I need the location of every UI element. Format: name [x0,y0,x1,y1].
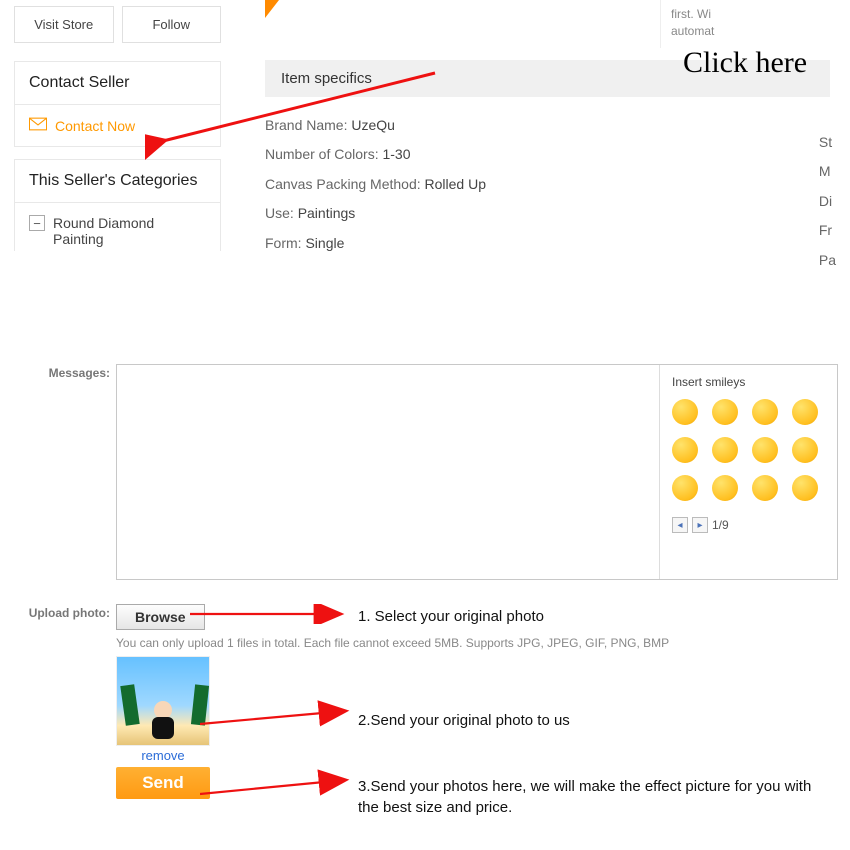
follow-button[interactable]: Follow [122,6,222,43]
category-label: Round Diamond Painting [53,215,206,247]
messages-label: Messages: [24,364,110,580]
instruction-step-2: 2.Send your original photo to us [358,712,570,729]
instruction-step-1: 1. Select your original photo [358,608,544,625]
upload-photo-label: Upload photo: [24,604,110,799]
upload-hint: You can only upload 1 files in total. Ea… [116,636,669,650]
info-snippet: first. Wi automat [660,0,745,48]
pager-prev-button[interactable]: ◂ [672,517,688,533]
smiley-icon[interactable] [792,475,818,501]
category-item-round-diamond[interactable]: − Round Diamond Painting [15,203,220,251]
message-textarea[interactable] [117,365,659,579]
pager-next-button[interactable]: ▸ [692,517,708,533]
smiley-icon[interactable] [712,475,738,501]
send-button[interactable]: Send [116,767,210,799]
contact-now-link[interactable]: Contact Now [15,105,220,146]
smiley-icon[interactable] [792,399,818,425]
smiley-icon[interactable] [672,437,698,463]
sellers-categories-header: This Seller's Categories [15,160,220,203]
collapse-icon[interactable]: − [29,215,45,231]
smiley-icon[interactable] [752,475,778,501]
insert-smileys-label: Insert smileys [672,375,825,389]
browse-button[interactable]: Browse [116,604,205,630]
banner-corner-icon [265,0,279,18]
contact-seller-header: Contact Seller [15,62,220,105]
contact-now-label: Contact Now [55,118,135,134]
smiley-icon[interactable] [672,475,698,501]
pager-label: 1/9 [712,518,729,532]
instruction-step-3: 3.Send your photos here, we will make th… [358,776,811,818]
smiley-icon[interactable] [752,399,778,425]
smiley-icon[interactable] [712,399,738,425]
uploaded-photo-thumbnail [116,656,210,746]
item-specifics-list: Brand Name: UzeQu Number of Colors: 1-30… [265,111,850,258]
remove-photo-link[interactable]: remove [116,748,210,763]
smiley-icon[interactable] [712,437,738,463]
smiley-icon[interactable] [792,437,818,463]
item-specifics-right-column: St M Di Fr Pa [819,128,836,275]
smiley-icon[interactable] [752,437,778,463]
visit-store-button[interactable]: Visit Store [14,6,114,43]
click-here-annotation: Click here [683,46,807,80]
envelope-icon [29,117,47,134]
smiley-grid [672,399,825,501]
banner: first. Wi automat [265,0,745,48]
smiley-icon[interactable] [672,399,698,425]
